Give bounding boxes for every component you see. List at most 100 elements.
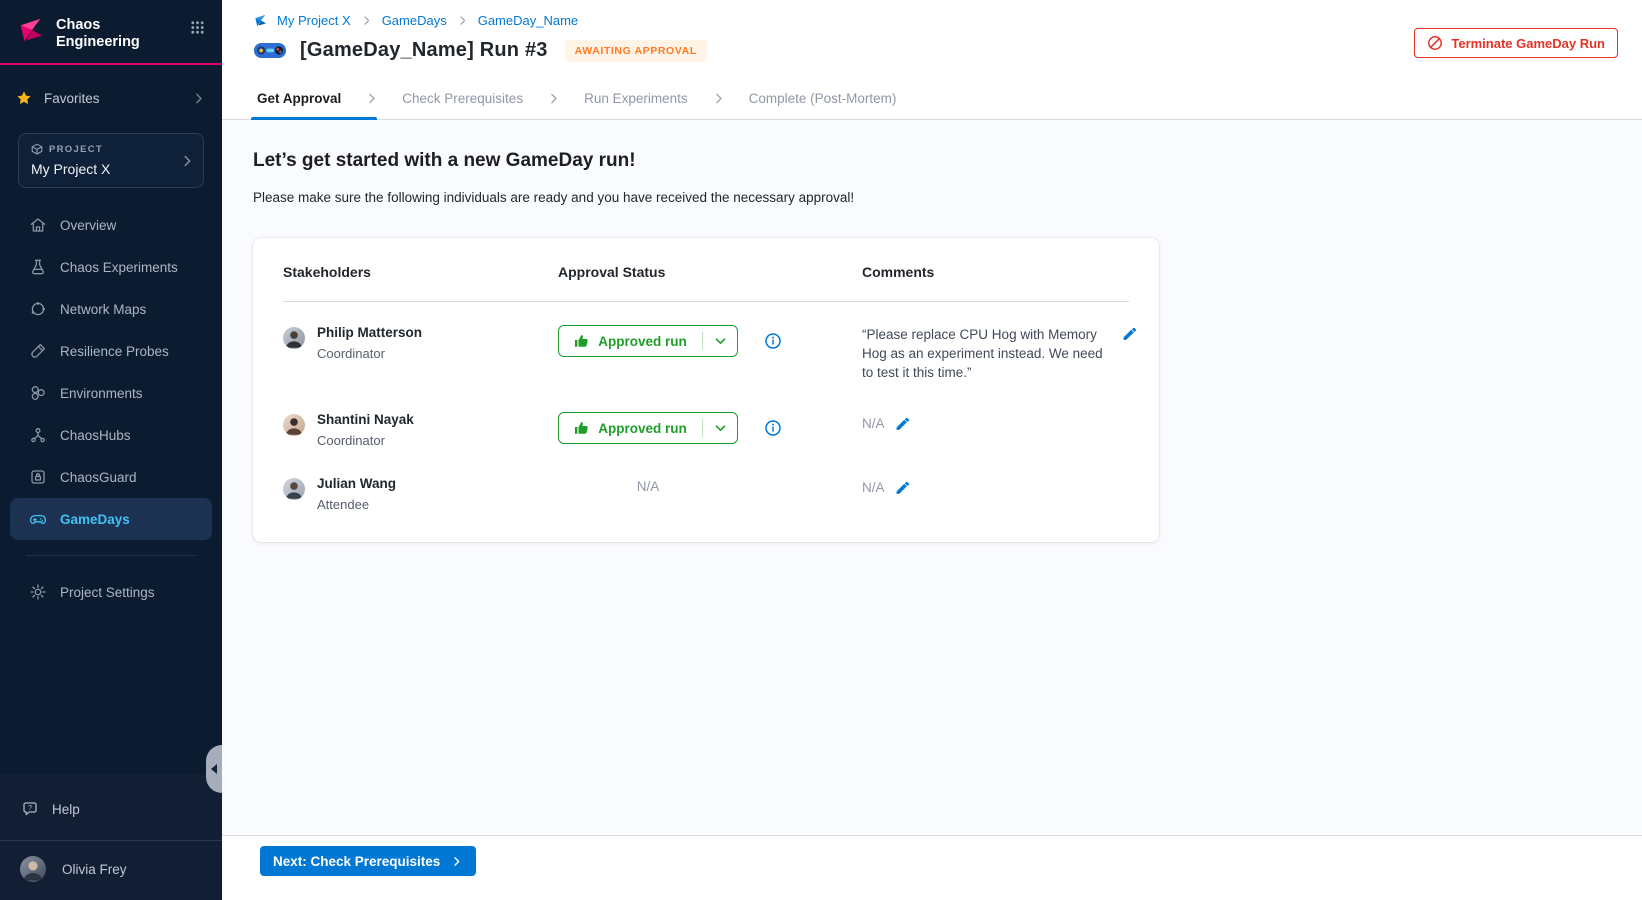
approval-status-dropdown[interactable]: Approved run	[558, 325, 738, 357]
approval-status-label: Approved run	[598, 421, 687, 436]
page-heading: Let’s get started with a new GameDay run…	[253, 150, 1618, 172]
sidebar-item-resilience-probes[interactable]: Resilience Probes	[10, 330, 212, 372]
info-icon[interactable]	[764, 419, 782, 437]
chevron-right-icon	[360, 14, 373, 27]
gamepad-emoji-icon	[253, 39, 287, 62]
comment-text: “Please replace CPU Hog with Memory Hog …	[862, 325, 1107, 382]
terminate-gameday-button[interactable]: Terminate GameDay Run	[1414, 28, 1618, 58]
sidebar-item-environments[interactable]: Environments	[10, 372, 212, 414]
brand-header: Chaos Engineering	[0, 0, 222, 63]
table-row: Philip Matterson Coordinator Approved ru…	[283, 325, 1129, 382]
user-menu[interactable]: Olivia Frey	[0, 841, 222, 884]
table-row: Julian Wang Attendee N/A N/A	[283, 476, 1129, 512]
sidebar-item-chaos-experiments[interactable]: Chaos Experiments	[10, 246, 212, 288]
breadcrumb: My Project X GameDays GameDay_Name	[253, 13, 1618, 28]
step-get-approval[interactable]: Get Approval	[257, 77, 341, 119]
sidebar-item-label: Project Settings	[60, 585, 155, 600]
main-area: My Project X GameDays GameDay_Name [Game…	[222, 0, 1642, 900]
hub-icon	[29, 426, 47, 444]
sidebar-item-label: Network Maps	[60, 302, 146, 317]
comment-na: N/A	[862, 416, 885, 431]
avatar	[283, 414, 305, 436]
footer-bar: Next: Check Prerequisites	[222, 835, 1642, 900]
no-entry-icon	[1427, 35, 1443, 51]
chevron-down-icon[interactable]	[703, 338, 737, 345]
sidebar-item-chaoshubs[interactable]: ChaosHubs	[10, 414, 212, 456]
chevron-right-icon	[546, 91, 561, 106]
breadcrumb-project-link[interactable]: My Project X	[277, 13, 351, 28]
sidebar-nav: Overview Chaos Experiments Network Maps	[0, 204, 222, 613]
next-check-prerequisites-button[interactable]: Next: Check Prerequisites	[260, 846, 476, 876]
stepper: Get Approval Check Prerequisites Run Exp…	[222, 77, 1642, 120]
edit-comment-icon[interactable]	[895, 480, 910, 495]
table-header-divider	[283, 301, 1129, 302]
terminate-button-label: Terminate GameDay Run	[1451, 36, 1605, 51]
sidebar-item-label: Chaos Experiments	[60, 260, 178, 275]
sidebar-item-gamedays[interactable]: GameDays	[10, 498, 212, 540]
page-title: [GameDay_Name] Run #3	[300, 39, 548, 62]
next-button-label: Next: Check Prerequisites	[273, 854, 440, 869]
avatar	[283, 478, 305, 500]
breadcrumb-gameday-name-link[interactable]: GameDay_Name	[478, 13, 578, 28]
sidebar-item-label: ChaosGuard	[60, 470, 137, 485]
gamepad-icon	[29, 510, 47, 528]
edit-comment-icon[interactable]	[895, 416, 910, 431]
sidebar-item-label: ChaosHubs	[60, 428, 131, 443]
sidebar-item-network-maps[interactable]: Network Maps	[10, 288, 212, 330]
column-header-stakeholders: Stakeholders	[283, 264, 558, 280]
brand-divider	[0, 63, 222, 65]
sidebar-footer: ? Help Olivia Frey	[0, 774, 222, 900]
chevron-right-icon	[191, 91, 206, 106]
sidebar-item-project-settings[interactable]: Project Settings	[10, 571, 212, 613]
sidebar-item-overview[interactable]: Overview	[10, 204, 212, 246]
sidebar-item-label: Overview	[60, 218, 116, 233]
stakeholder-role: Coordinator	[317, 433, 414, 448]
step-check-prerequisites[interactable]: Check Prerequisites	[402, 77, 523, 119]
edit-comment-icon[interactable]	[1122, 326, 1137, 382]
sidebar-item-favorites[interactable]: Favorites	[16, 83, 206, 113]
info-icon[interactable]	[764, 332, 782, 350]
environments-icon	[29, 384, 47, 402]
svg-text:?: ?	[28, 803, 32, 812]
cube-icon	[31, 143, 43, 155]
home-icon	[29, 216, 47, 234]
step-run-experiments[interactable]: Run Experiments	[584, 77, 688, 119]
title-row: [GameDay_Name] Run #3 AWAITING APPROVAL	[253, 39, 1618, 77]
content-area: Let’s get started with a new GameDay run…	[222, 120, 1642, 835]
approval-status-label: Approved run	[598, 334, 687, 349]
comment-na: N/A	[862, 480, 885, 495]
approval-status-dropdown[interactable]: Approved run	[558, 412, 738, 444]
column-header-approval-status: Approval Status	[558, 264, 862, 280]
table-row: Shantini Nayak Coordinator Approved run	[283, 412, 1129, 448]
sidebar-item-label: Environments	[60, 386, 143, 401]
chaos-breadcrumb-icon	[253, 13, 268, 28]
nav-divider	[26, 555, 196, 556]
gear-icon	[29, 583, 47, 601]
help-chat-icon: ?	[21, 800, 39, 818]
breadcrumb-gamedays-link[interactable]: GameDays	[382, 13, 447, 28]
step-complete-post-mortem[interactable]: Complete (Post-Mortem)	[749, 77, 897, 119]
guard-icon	[29, 468, 47, 486]
page-subheading: Please make sure the following individua…	[253, 190, 1618, 205]
avatar	[283, 327, 305, 349]
chevron-right-icon	[711, 91, 726, 106]
flask-icon	[29, 258, 47, 276]
table-header: Stakeholders Approval Status Comments	[283, 264, 1129, 280]
sidebar-item-chaosguard[interactable]: ChaosGuard	[10, 456, 212, 498]
chevron-right-icon	[450, 855, 463, 868]
stakeholders-card: Stakeholders Approval Status Comments Ph…	[253, 238, 1159, 542]
sidebar-item-label: GameDays	[60, 512, 130, 527]
sidebar-collapse-handle[interactable]	[206, 745, 222, 793]
stakeholder-name: Shantini Nayak	[317, 412, 414, 427]
stakeholder-name: Julian Wang	[317, 476, 396, 491]
sidebar-item-help[interactable]: ? Help	[0, 792, 222, 826]
avatar	[20, 856, 46, 882]
column-header-comments: Comments	[862, 264, 1129, 280]
status-badge: AWAITING APPROVAL	[565, 40, 707, 62]
brand-title: Chaos Engineering	[56, 15, 179, 51]
chevron-down-icon[interactable]	[703, 425, 737, 432]
project-selector[interactable]: PROJECT My Project X	[18, 133, 204, 188]
module-grid-icon[interactable]	[189, 19, 206, 36]
sidebar: Chaos Engineering Favorites PROJECT	[0, 0, 222, 900]
chevron-right-icon	[456, 14, 469, 27]
